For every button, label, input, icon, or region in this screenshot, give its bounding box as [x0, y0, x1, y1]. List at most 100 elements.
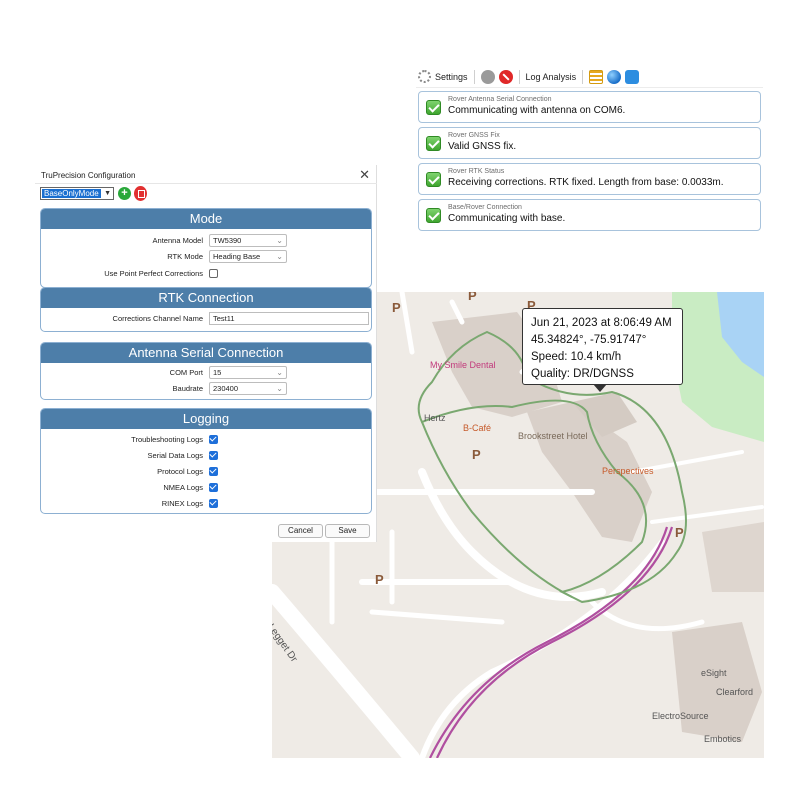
building — [672, 622, 762, 742]
troubleshooting-logs-checkbox[interactable] — [209, 435, 218, 444]
wifi-icon[interactable] — [625, 69, 640, 84]
delete-mode-button[interactable] — [134, 186, 147, 201]
check-icon — [426, 136, 441, 151]
chevron-down-icon: ⌄ — [276, 368, 283, 377]
add-mode-button[interactable]: + — [118, 187, 131, 200]
poi-electrosource[interactable]: ElectroSource — [652, 711, 709, 721]
stop-icon[interactable] — [498, 69, 513, 84]
log-row-serial: Serial Data Logs — [41, 448, 371, 464]
parking-icon: P — [675, 525, 684, 540]
antenna-model-select[interactable]: TW5390 ⌄ — [209, 234, 287, 247]
status-title: Rover Antenna Serial Connection — [448, 96, 552, 103]
dialog-title: TruPrecision Configuration — [41, 171, 136, 180]
mode-select-value: BaseOnlyMode — [42, 189, 101, 198]
chevron-down-icon: ⌄ — [276, 236, 283, 245]
baudrate-label: Baudrate — [172, 384, 203, 393]
baudrate-value: 230400 — [213, 384, 239, 393]
tooltip-coordinates: 45.34824°, -75.91747° — [531, 334, 647, 346]
tooltip-datetime: Jun 21, 2023 at 8:06:49 AM — [531, 317, 672, 329]
status-card-antenna: Rover Antenna Serial Connection Communic… — [418, 91, 761, 123]
globe-icon[interactable] — [607, 69, 622, 84]
mode-section: Mode Antenna Model TW5390 ⌄ RTK Mode Head… — [40, 208, 372, 288]
tooltip-quality: Quality: DR/DGNSS — [531, 368, 634, 380]
log-row-protocol: Protocol Logs — [41, 464, 371, 480]
chevron-down-icon: ⌄ — [276, 252, 283, 261]
parking-icon: P — [375, 572, 384, 587]
logging-section: Logging Troubleshooting Logs Serial Data… — [40, 408, 372, 514]
mode-toolbar: BaseOnlyMode ▼ + — [35, 183, 377, 203]
cancel-button[interactable]: Cancel — [278, 524, 323, 538]
status-text: Communicating with base. — [448, 213, 566, 224]
antenna-model-label: Antenna Model — [152, 236, 203, 245]
poi-perspectives[interactable]: Perspectives — [602, 466, 654, 476]
ppp-row: Use Point Perfect Corrections — [41, 266, 371, 282]
serial-data-logs-checkbox[interactable] — [209, 451, 218, 460]
protocol-logs-checkbox[interactable] — [209, 467, 218, 476]
channel-row: Corrections Channel Name Test11 — [41, 311, 371, 327]
parking-icon: P — [392, 300, 401, 315]
channel-label: Corrections Channel Name — [112, 314, 203, 323]
com-port-row: COM Port 15 ⌄ — [41, 365, 371, 381]
poi-brookstreet-hotel[interactable]: Brookstreet Hotel — [518, 431, 588, 441]
ppp-checkbox[interactable] — [209, 269, 218, 278]
section-heading: Logging — [41, 409, 371, 429]
check-icon — [426, 208, 441, 223]
parking-icon: P — [468, 292, 477, 303]
log-list-icon[interactable] — [589, 69, 604, 84]
rtk-mode-label: RTK Mode — [167, 252, 203, 261]
section-heading: Antenna Serial Connection — [41, 343, 371, 363]
parking-icon: P — [472, 447, 481, 462]
log-label: Protocol Logs — [157, 467, 203, 476]
rinex-logs-checkbox[interactable] — [209, 499, 218, 508]
rtk-mode-value: Heading Base — [213, 252, 261, 261]
route-line-magenta — [436, 526, 674, 758]
tooltip-speed: Speed: 10.4 km/h — [531, 351, 622, 363]
poi-clearford[interactable]: Clearford — [716, 687, 753, 697]
poi-embotics[interactable]: Embotics — [704, 734, 741, 744]
status-text: Receiving corrections. RTK fixed. Length… — [448, 177, 724, 188]
nmea-logs-checkbox[interactable] — [209, 483, 218, 492]
check-icon — [426, 172, 441, 187]
baudrate-select[interactable]: 230400 ⌄ — [209, 382, 287, 395]
poi-hertz[interactable]: Hertz — [424, 413, 446, 423]
poi-my-smile-dental[interactable]: My Smile Dental — [430, 360, 496, 370]
channel-input[interactable]: Test11 — [209, 312, 369, 325]
status-card-rtk: Rover RTK Status Receiving corrections. … — [418, 163, 761, 195]
building — [702, 522, 764, 592]
rtk-mode-row: RTK Mode Heading Base ⌄ — [41, 249, 371, 265]
disconnect-icon[interactable] — [480, 69, 495, 84]
section-heading: Mode — [41, 209, 371, 229]
ppp-label: Use Point Perfect Corrections — [104, 269, 203, 278]
gear-icon[interactable] — [418, 70, 431, 83]
log-label: NMEA Logs — [163, 483, 203, 492]
log-label: Serial Data Logs — [147, 451, 203, 460]
map-tooltip: Jun 21, 2023 at 8:06:49 AM 45.34824°, -7… — [522, 308, 683, 392]
status-card-base-rover: Base/Rover Connection Communicating with… — [418, 199, 761, 231]
settings-button[interactable]: Settings — [435, 72, 468, 82]
com-port-select[interactable]: 15 ⌄ — [209, 366, 287, 379]
log-analysis-button[interactable]: Log Analysis — [526, 72, 577, 82]
log-row-troubleshooting: Troubleshooting Logs — [41, 432, 371, 448]
save-button[interactable]: Save — [325, 524, 370, 538]
rtk-connection-section: RTK Connection Corrections Channel Name … — [40, 287, 372, 332]
log-row-nmea: NMEA Logs — [41, 480, 371, 496]
poi-esight[interactable]: eSight — [701, 668, 727, 678]
close-icon[interactable]: ✕ — [359, 167, 370, 183]
antenna-serial-section: Antenna Serial Connection COM Port 15 ⌄ B… — [40, 342, 372, 400]
poi-b-cafe[interactable]: B-Café — [463, 423, 491, 433]
status-toolbar: Settings Log Analysis — [416, 66, 763, 88]
chevron-down-icon: ⌄ — [276, 384, 283, 393]
log-label: Troubleshooting Logs — [131, 435, 203, 444]
status-title: Rover GNSS Fix — [448, 132, 500, 139]
status-text: Communicating with antenna on COM6. — [448, 105, 626, 116]
antenna-model-value: TW5390 — [213, 236, 242, 245]
status-panel: Settings Log Analysis Rover Antenna Seri… — [416, 66, 763, 232]
baudrate-row: Baudrate 230400 ⌄ — [41, 381, 371, 397]
rtk-mode-select[interactable]: Heading Base ⌄ — [209, 250, 287, 263]
mode-select[interactable]: BaseOnlyMode ▼ — [40, 187, 114, 200]
toolbar-divider — [582, 69, 584, 84]
config-dialog: TruPrecision Configuration ✕ BaseOnlyMod… — [35, 165, 377, 542]
status-text: Valid GNSS fix. — [448, 141, 517, 152]
toolbar-divider — [518, 69, 520, 84]
com-port-value: 15 — [213, 368, 222, 377]
